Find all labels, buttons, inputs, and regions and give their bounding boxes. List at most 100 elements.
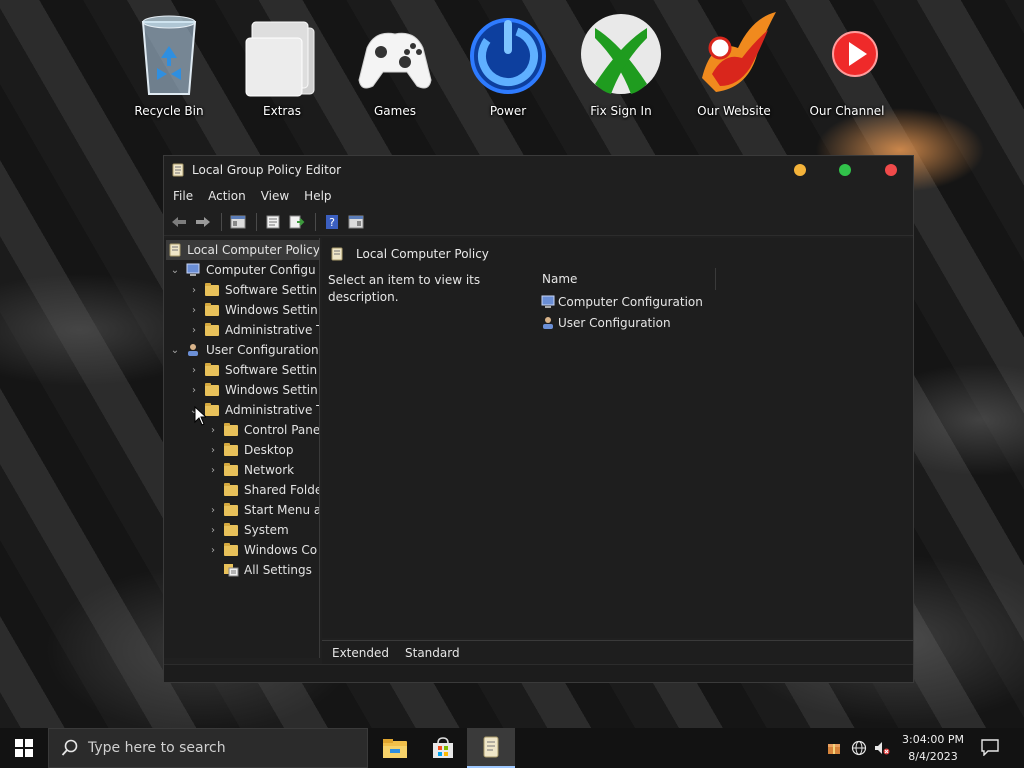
chevron-right-icon[interactable]: ›	[187, 323, 201, 337]
tree-node-uc-administrative-templates[interactable]: ⌄ Administrative T	[187, 400, 320, 420]
tree-node-label: Administrative T	[225, 323, 320, 337]
clock-date: 8/4/2023	[908, 750, 958, 763]
windows-logo-icon	[15, 739, 33, 757]
tree-node-label: Desktop	[244, 443, 294, 457]
tray-package-icon[interactable]	[826, 740, 842, 756]
tree-node-control-panel[interactable]: › Control Pane	[206, 420, 319, 440]
tree-node-label: Computer Configu	[206, 263, 316, 277]
list-item-user-configuration[interactable]: User Configuration	[540, 313, 671, 333]
folder-icon	[223, 423, 239, 437]
maximize-button[interactable]	[839, 164, 851, 176]
tree-node-local-computer-policy[interactable]: Local Computer Policy	[166, 240, 320, 260]
export-list-button[interactable]	[286, 211, 308, 233]
back-button[interactable]	[168, 211, 190, 233]
desktop-icon-our-website[interactable]: Our Website	[684, 8, 784, 126]
chevron-right-icon[interactable]: ›	[206, 543, 220, 557]
desktop-icon-our-channel[interactable]: Our Channel	[797, 8, 897, 126]
taskbar-microsoft-store[interactable]	[419, 728, 467, 768]
chevron-right-icon[interactable]: ›	[206, 423, 220, 437]
speaker-muted-icon[interactable]	[874, 740, 890, 756]
folder-icon	[204, 383, 220, 397]
tree-node-cc-windows-settings[interactable]: › Windows Settin	[187, 300, 318, 320]
taskbar-file-explorer[interactable]	[371, 728, 419, 768]
tab-standard[interactable]: Standard	[405, 646, 460, 660]
user-icon	[540, 316, 556, 330]
chevron-right-icon[interactable]: ›	[187, 383, 201, 397]
desktop-icon-label: Extras	[263, 104, 301, 118]
chevron-down-icon[interactable]: ⌄	[168, 343, 182, 357]
file-explorer-icon	[383, 739, 407, 758]
properties-icon	[266, 215, 280, 228]
taskbar-search-box[interactable]: Type here to search	[48, 728, 368, 768]
minimize-button[interactable]	[794, 164, 806, 176]
tree-node-cc-administrative-templates[interactable]: › Administrative T	[187, 320, 320, 340]
chevron-down-icon[interactable]: ⌄	[168, 263, 182, 277]
chevron-right-icon[interactable]: ›	[206, 443, 220, 457]
search-placeholder: Type here to search	[88, 740, 226, 756]
action-pane-button[interactable]	[345, 211, 367, 233]
start-button[interactable]	[0, 728, 48, 768]
properties-button[interactable]	[262, 211, 284, 233]
folder-icon	[204, 363, 220, 377]
chevron-right-icon[interactable]: ›	[206, 523, 220, 537]
tab-extended[interactable]: Extended	[332, 646, 389, 660]
chevron-right-icon[interactable]: ›	[187, 283, 201, 297]
help-button[interactable]: ?	[321, 211, 343, 233]
tree-node-network[interactable]: › Network	[206, 460, 294, 480]
menu-view[interactable]: View	[261, 189, 289, 203]
tree-node-user-configuration[interactable]: ⌄ User Configuration	[168, 340, 319, 360]
chevron-right-icon[interactable]: ›	[187, 303, 201, 317]
tree-node-cc-software-settings[interactable]: › Software Settin	[187, 280, 317, 300]
tree-node-computer-configuration[interactable]: ⌄ Computer Configu	[168, 260, 316, 280]
tree-node-desktop[interactable]: › Desktop	[206, 440, 294, 460]
notifications-icon[interactable]	[980, 738, 1002, 758]
tree-node-label: Administrative T	[225, 403, 320, 417]
column-header-name[interactable]: Name	[540, 268, 716, 290]
desktop-icon-fix-sign-in[interactable]: Fix Sign In	[571, 8, 671, 126]
tree-node-uc-software-settings[interactable]: › Software Settin	[187, 360, 317, 380]
tree-node-label: Local Computer Policy	[187, 243, 320, 257]
list-item-label: User Configuration	[558, 316, 671, 330]
title-bar[interactable]: Local Group Policy Editor	[164, 156, 913, 184]
details-pane: Local Computer Policy Select an item to …	[322, 238, 913, 638]
tree-node-windows-components[interactable]: › Windows Co	[206, 540, 317, 560]
menu-action[interactable]: Action	[208, 189, 246, 203]
chevron-right-icon[interactable]: ›	[187, 363, 201, 377]
show-hide-tree-button[interactable]	[227, 211, 249, 233]
folder-icon	[223, 463, 239, 477]
chevron-right-icon[interactable]: ›	[206, 503, 220, 517]
list-item-computer-configuration[interactable]: Computer Configuration	[540, 292, 703, 312]
forward-button[interactable]	[192, 211, 214, 233]
globe-icon[interactable]	[851, 740, 867, 756]
tree-node-label: Start Menu a	[244, 503, 320, 517]
policy-scroll-icon	[483, 736, 499, 758]
toolbar-separator	[256, 212, 257, 231]
menu-help[interactable]: Help	[304, 189, 331, 203]
folder-icon	[223, 443, 239, 457]
item-description: Select an item to view its description.	[328, 273, 481, 304]
tree-node-start-menu[interactable]: › Start Menu a	[206, 500, 320, 520]
tree-node-system[interactable]: › System	[206, 520, 289, 540]
gamepad-icon	[353, 8, 437, 100]
menu-file[interactable]: File	[173, 189, 193, 203]
desktop-icon-power[interactable]: Power	[458, 8, 558, 126]
arrow-right-icon	[196, 216, 210, 227]
tree-node-shared-folders[interactable]: Shared Folde	[206, 480, 319, 500]
store-bag-icon	[433, 737, 453, 758]
desktop-icon-games[interactable]: Games	[345, 8, 445, 126]
taskbar-group-policy-editor[interactable]	[467, 728, 515, 768]
clock-time: 3:04:00 PM	[901, 733, 965, 746]
taskbar-clock[interactable]: 3:04:00 PM 8/4/2023	[898, 731, 968, 765]
chevron-right-icon[interactable]: ›	[206, 463, 220, 477]
console-tree[interactable]: Local Computer Policy ⌄ Computer Configu…	[164, 238, 320, 658]
tree-node-all-settings[interactable]: All Settings	[206, 560, 312, 580]
tree-node-label: All Settings	[244, 563, 312, 577]
play-icon	[805, 8, 889, 100]
desktop-icon-extras[interactable]: Extras	[232, 8, 332, 126]
tree-node-uc-windows-settings[interactable]: › Windows Settin	[187, 380, 318, 400]
close-button[interactable]	[885, 164, 897, 176]
folder-icon	[240, 8, 324, 100]
desktop-icon-recycle-bin[interactable]: Recycle Bin	[119, 8, 219, 126]
desktop-icon-label: Power	[489, 104, 527, 118]
